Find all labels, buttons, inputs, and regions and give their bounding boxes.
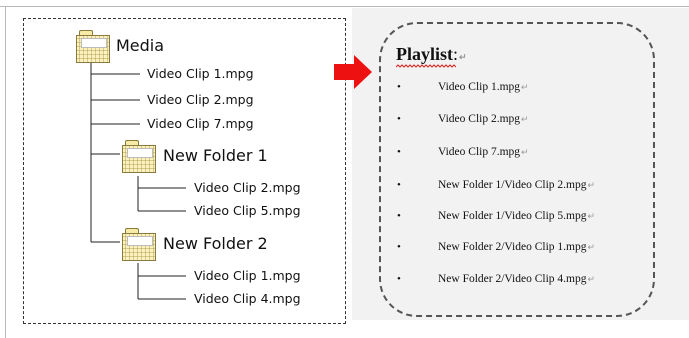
right-arrow-icon <box>334 55 372 89</box>
tree-file-item: Video Clip 5.mpg <box>194 203 301 218</box>
tree-file-item: Video Clip 1.mpg <box>194 268 301 283</box>
playlist-item: • New Folder 1/Video Clip 2.mpg↵ <box>397 179 596 191</box>
playlist-item: • Video Clip 1.mpg↵ <box>397 81 529 93</box>
tree-file-item: Video Clip 2.mpg <box>147 92 254 107</box>
tree-file-item: Video Clip 4.mpg <box>194 291 301 306</box>
playlist-item: • New Folder 1/Video Clip 5.mpg↵ <box>397 210 596 222</box>
new-folder-1-label: New Folder 1 <box>163 146 268 165</box>
tree-file-item: Video Clip 1.mpg <box>147 66 254 81</box>
playlist-item: • New Folder 2/Video Clip 4.mpg↵ <box>397 273 596 285</box>
tree-file-item: Video Clip 7.mpg <box>147 116 254 131</box>
tree-file-item: Video Clip 2.mpg <box>194 180 301 195</box>
playlist-item: • Video Clip 7.mpg↵ <box>397 146 529 158</box>
media-folder-label: Media <box>116 36 165 55</box>
playlist-item: • New Folder 2/Video Clip 1.mpg↵ <box>397 241 596 253</box>
spellcheck-underline <box>396 64 456 68</box>
new-folder-2-label: New Folder 2 <box>163 234 268 253</box>
playlist-item: • Video Clip 2.mpg↵ <box>397 113 529 125</box>
playlist-title: Playlist:↵ <box>396 44 467 64</box>
